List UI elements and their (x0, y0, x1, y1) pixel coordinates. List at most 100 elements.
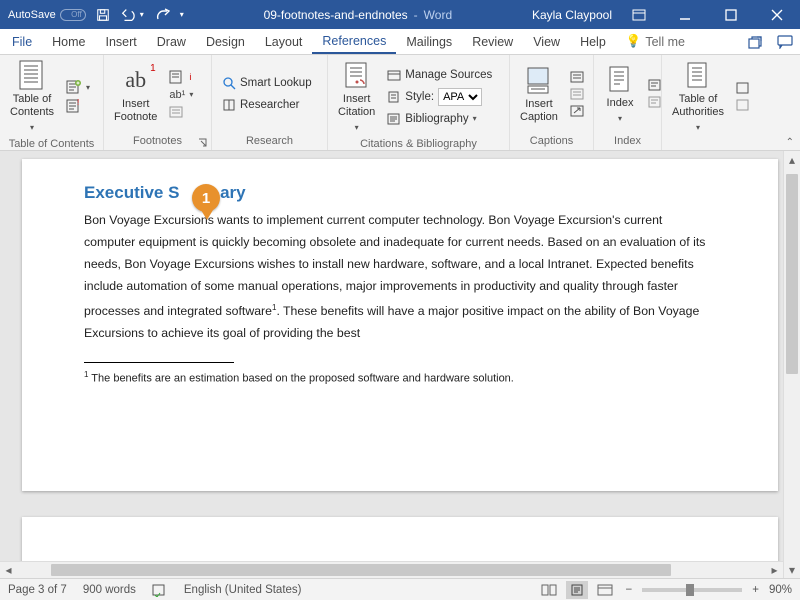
ribbon: Table of Contents ▾ ▾ ! Table of Content… (0, 55, 800, 151)
maximize-button[interactable] (708, 0, 754, 29)
scroll-right-button[interactable]: ▸ (766, 562, 783, 579)
title-bar: AutoSave Off ▾ ▾ 09-footnotes-and-endnot… (0, 0, 800, 29)
show-notes-button[interactable] (167, 105, 195, 119)
insert-caption-button[interactable]: Insert Caption (516, 62, 562, 126)
ribbon-display-icon[interactable] (616, 0, 662, 29)
group-citations: Insert Citation ▾ Manage Sources Style: … (328, 55, 510, 150)
insert-citation-button[interactable]: Insert Citation ▾ (334, 57, 379, 136)
status-word-count[interactable]: 900 words (83, 584, 136, 596)
book-icon (222, 98, 236, 112)
minimize-button[interactable] (662, 0, 708, 29)
collapse-ribbon-button[interactable]: ⌃ (786, 137, 794, 148)
tab-draw[interactable]: Draw (147, 29, 196, 54)
search-icon (222, 76, 236, 90)
insert-footnote-button[interactable]: ab 1 Insert Footnote (110, 62, 161, 126)
smart-lookup-button[interactable]: Smart Lookup (220, 75, 314, 91)
zoom-in-button[interactable]: + (748, 584, 763, 596)
citation-style-select[interactable]: Style: APA (385, 87, 494, 107)
tab-view[interactable]: View (523, 29, 570, 54)
scroll-left-button[interactable]: ◂ (0, 562, 17, 579)
tab-design[interactable]: Design (196, 29, 255, 54)
chevron-down-icon: ▾ (618, 112, 622, 125)
zoom-slider-thumb[interactable] (686, 584, 694, 596)
toc-icon (16, 59, 48, 91)
status-language[interactable]: English (United States) (184, 584, 302, 596)
table-of-authorities-button[interactable]: Table of Authorities ▾ (668, 57, 728, 136)
tab-review[interactable]: Review (462, 29, 523, 54)
index-button[interactable]: Index ▾ (600, 61, 640, 127)
toc-label: Table of Contents (10, 93, 54, 119)
tab-references[interactable]: References (312, 29, 396, 54)
tell-me-label: Tell me (645, 35, 685, 49)
next-footnote-button[interactable]: ab¹▾ (167, 88, 195, 102)
zoom-slider[interactable] (642, 588, 742, 592)
share-button[interactable] (740, 35, 770, 49)
citation-icon (341, 59, 373, 91)
undo-button[interactable]: ▾ (120, 8, 144, 22)
add-text-button[interactable]: ▾ (64, 79, 92, 95)
document-name: 09-footnotes-and-endnotes (264, 8, 408, 22)
tell-me[interactable]: 💡 Tell me (616, 29, 695, 54)
tab-mailings[interactable]: Mailings (396, 29, 462, 54)
style-dropdown[interactable]: APA (438, 88, 482, 106)
callout-number: 1 (202, 190, 210, 207)
group-label-authorities (662, 138, 760, 150)
scroll-up-button[interactable]: ▴ (784, 151, 800, 168)
group-label-research: Research (212, 132, 327, 150)
chevron-down-icon: ▾ (696, 121, 700, 134)
autosave-label: AutoSave (8, 9, 56, 21)
autosave-toggle[interactable]: AutoSave Off (8, 9, 86, 21)
redo-button[interactable] (154, 8, 170, 22)
print-layout-button[interactable] (566, 581, 588, 599)
status-page[interactable]: Page 3 of 7 (8, 584, 67, 596)
group-authorities: Table of Authorities ▾ (662, 55, 760, 150)
window-title: 09-footnotes-and-endnotes - Word (184, 8, 532, 22)
group-label-captions: Captions (510, 132, 593, 150)
scroll-thumb-horizontal[interactable] (51, 564, 671, 576)
caption-icon (523, 64, 555, 96)
update-table-button[interactable]: ! (64, 98, 92, 114)
tab-home[interactable]: Home (42, 29, 95, 54)
scroll-thumb-vertical[interactable] (786, 174, 798, 374)
footnote-icon: ab 1 (120, 64, 152, 96)
vertical-scrollbar[interactable]: ▴ ▾ (783, 151, 800, 578)
comments-button[interactable] (770, 35, 800, 49)
group-label-citations: Citations & Bibliography (328, 138, 509, 150)
update-table-figures-button[interactable] (568, 87, 586, 101)
web-layout-button[interactable] (594, 581, 616, 599)
tab-insert[interactable]: Insert (96, 29, 147, 54)
ribbon-tabs: File Home Insert Draw Design Layout Refe… (0, 29, 800, 55)
tab-help[interactable]: Help (570, 29, 616, 54)
scroll-down-button[interactable]: ▾ (784, 561, 800, 578)
user-name: Kayla Claypool (532, 8, 612, 22)
table-of-contents-button[interactable]: Table of Contents ▾ (6, 57, 58, 136)
footnote-text: 1 The benefits are an estimation based o… (84, 367, 716, 387)
document-area: Executive Summary Bon Voyage Excursions … (0, 151, 800, 578)
document-page[interactable]: Executive Summary Bon Voyage Excursions … (22, 159, 778, 491)
cross-reference-button[interactable] (568, 104, 586, 118)
save-icon[interactable] (96, 8, 110, 22)
spellcheck-icon[interactable] (152, 583, 168, 597)
insert-endnote-button[interactable]: i (167, 69, 195, 85)
tab-file[interactable]: File (2, 29, 42, 54)
lightbulb-icon: 💡 (626, 34, 642, 49)
researcher-button[interactable]: Researcher (220, 97, 314, 113)
update-authorities-button[interactable] (734, 98, 752, 112)
footnote-separator (84, 362, 234, 363)
zoom-out-button[interactable]: − (622, 584, 637, 596)
user-area[interactable]: Kayla Claypool (532, 8, 612, 22)
manage-sources-button[interactable]: Manage Sources (385, 68, 494, 82)
zoom-level[interactable]: 90% (769, 584, 792, 596)
insert-table-figures-button[interactable] (568, 70, 586, 84)
mark-citation-button[interactable] (734, 81, 752, 95)
group-research: Smart Lookup Researcher Research (212, 55, 328, 150)
footnotes-dialog-launcher[interactable] (197, 137, 208, 148)
close-button[interactable] (754, 0, 800, 29)
tab-layout[interactable]: Layout (255, 29, 313, 54)
read-mode-button[interactable] (538, 581, 560, 599)
quick-access-toolbar: ▾ ▾ (96, 8, 184, 22)
group-label-index: Index (594, 132, 661, 150)
bibliography-button[interactable]: Bibliography▾ (385, 112, 494, 126)
index-icon (604, 63, 636, 95)
horizontal-scrollbar[interactable]: ◂ ▸ (0, 561, 783, 578)
